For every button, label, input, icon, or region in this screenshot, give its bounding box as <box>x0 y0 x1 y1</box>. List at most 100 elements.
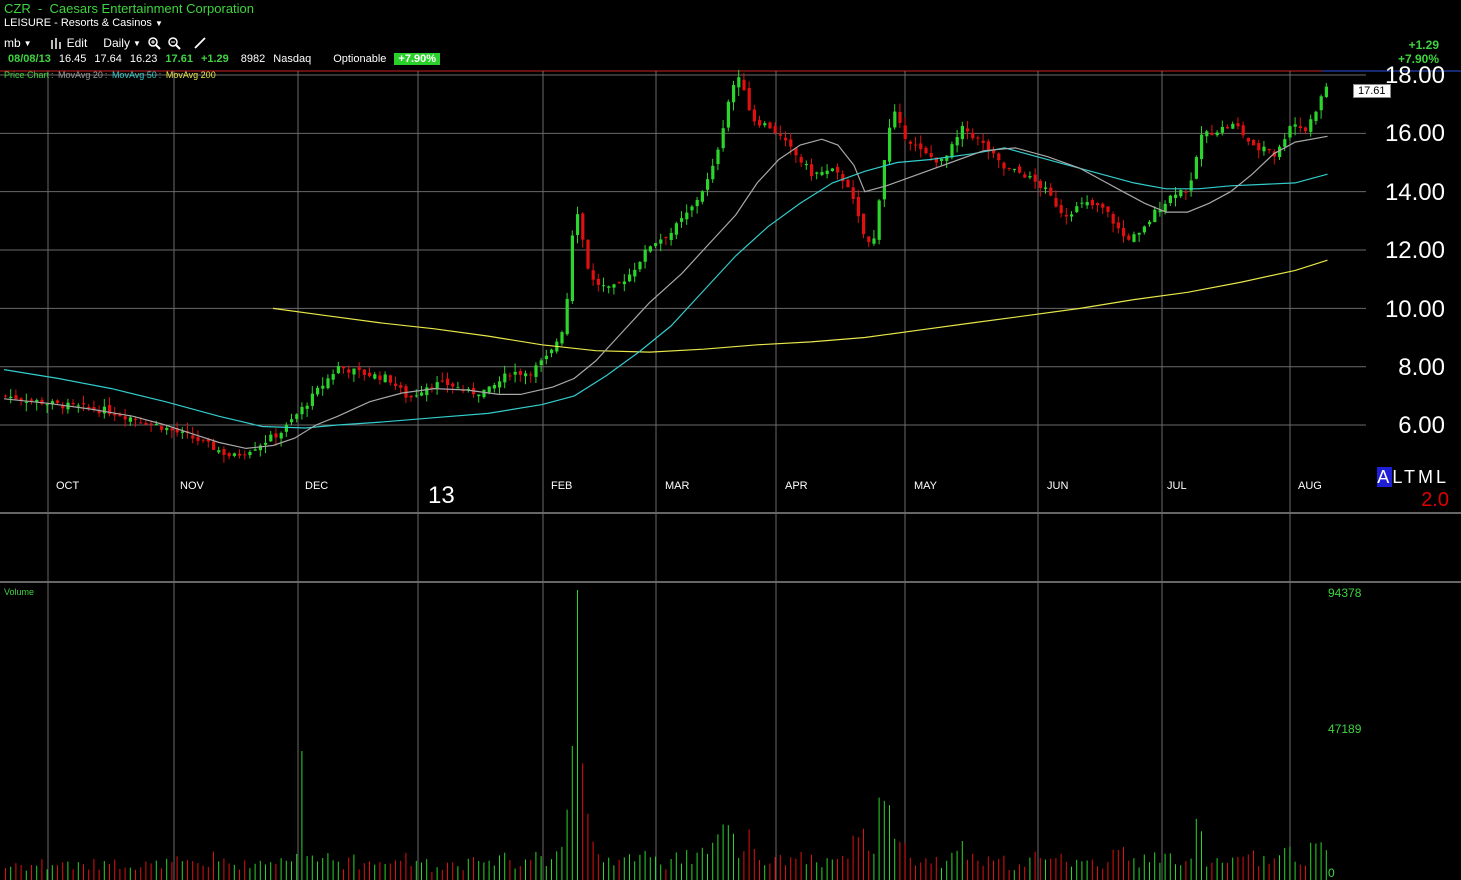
candle-body <box>1023 174 1027 178</box>
candle-body <box>732 84 736 103</box>
candle-body <box>264 442 268 445</box>
candle-body <box>997 153 1001 161</box>
candle-body <box>336 366 340 374</box>
candle-body <box>570 235 574 302</box>
candle-body <box>737 77 741 88</box>
industry-label: LEISURE - Resorts & Casinos <box>4 17 152 29</box>
price-axis-label: 10.00 <box>1384 296 1445 323</box>
candle-body <box>300 406 304 415</box>
candle-body <box>326 378 330 389</box>
candle-body <box>149 423 153 425</box>
bar-chart-icon <box>50 38 61 49</box>
zoom-out-button[interactable] <box>167 36 181 50</box>
candle-body <box>440 380 444 382</box>
candle-body <box>1252 139 1256 146</box>
edit-button[interactable]: Edit <box>50 36 88 50</box>
candle-body <box>929 152 933 158</box>
candle-body <box>170 428 174 431</box>
candle-body <box>914 144 918 146</box>
candle-body <box>529 374 533 376</box>
legend-ma50[interactable]: MovAvg 50 <box>112 70 157 80</box>
candle-body <box>362 369 366 376</box>
candle-body <box>1018 166 1022 173</box>
candle-body <box>1012 168 1016 170</box>
legend-price-chart[interactable]: Price Chart <box>4 70 49 80</box>
price-axis-label: 18.00 <box>1384 62 1445 89</box>
candle-body <box>4 395 8 397</box>
candle-body <box>773 126 777 134</box>
chart-legend: Price Chart: MovAvg 20: MovAvg 50: MovAv… <box>4 70 218 80</box>
user-menu[interactable]: mb ▼ <box>4 36 32 50</box>
quote-low: 16.23 <box>129 53 158 65</box>
candle-body <box>1044 187 1048 189</box>
month-label: AUG <box>1298 480 1322 492</box>
candle-body <box>565 298 569 335</box>
candle-body <box>862 213 866 235</box>
candle-body <box>830 168 834 171</box>
industry-selector[interactable]: LEISURE - Resorts & Casinos ▼ <box>4 17 163 29</box>
volume-axis-label: 47189 <box>1328 722 1362 736</box>
candle-body <box>71 402 75 405</box>
zoom-in-button[interactable] <box>147 36 161 50</box>
legend-sep: : <box>104 70 108 80</box>
candle-body <box>82 403 86 405</box>
candle-body <box>487 386 491 393</box>
candle-body <box>544 355 548 360</box>
candle-body <box>851 187 855 200</box>
candle-body <box>945 155 949 161</box>
candle-body <box>1096 203 1100 206</box>
candle-body <box>898 111 902 123</box>
candle-body <box>784 137 788 141</box>
candle-body <box>534 365 538 377</box>
price-axis-label: 16.00 <box>1384 120 1445 147</box>
candle-body <box>1137 232 1141 235</box>
candle-body <box>971 132 975 139</box>
candle-body <box>711 165 715 180</box>
candle-body <box>846 179 850 188</box>
price-chart[interactable] <box>0 0 1461 880</box>
candle-body <box>1153 209 1157 223</box>
volume-axis-label: 94378 <box>1328 586 1362 600</box>
period-selector[interactable]: Daily ▼ <box>103 36 141 50</box>
candle-body <box>518 371 522 375</box>
candle-body <box>1106 206 1110 212</box>
candle-body <box>1127 235 1131 240</box>
candle-body <box>596 278 600 285</box>
altml-selector[interactable]: ALTML <box>1377 467 1449 487</box>
candle-body <box>648 246 652 252</box>
candle-body <box>716 149 720 165</box>
quote-date: 08/08/13 <box>8 53 51 65</box>
quote-open: 16.45 <box>58 53 87 65</box>
candle-body <box>643 249 647 262</box>
altml-rest[interactable]: LTML <box>1392 467 1449 487</box>
candle-body <box>45 404 49 406</box>
candle-body <box>638 262 642 270</box>
candle-body <box>940 158 944 161</box>
edit-label: Edit <box>66 36 88 50</box>
candle-body <box>550 349 554 354</box>
candle-body <box>856 196 860 217</box>
year-label: 13 <box>428 482 455 509</box>
candle-body <box>1215 132 1219 136</box>
symbol: CZR <box>4 1 31 16</box>
candle-body <box>815 172 819 174</box>
toolbar: mb ▼ Edit Daily ▼ <box>4 35 207 51</box>
candle-body <box>451 383 455 387</box>
candle-body <box>238 453 242 456</box>
candle-body <box>742 79 746 91</box>
draw-tool-button[interactable] <box>193 36 207 50</box>
candle-body <box>24 401 28 403</box>
candle-body <box>981 140 985 143</box>
candle-body <box>269 434 273 442</box>
candle-body <box>222 448 226 455</box>
candle-body <box>1002 162 1006 169</box>
altml-a[interactable]: A <box>1377 467 1393 487</box>
candle-body <box>1122 228 1126 237</box>
legend-ma20[interactable]: MovAvg 20 <box>58 70 103 80</box>
chevron-down-icon: ▼ <box>23 38 32 48</box>
candle-body <box>1298 126 1302 129</box>
legend-ma200[interactable]: MovAvg 200 <box>166 70 216 80</box>
candle-body <box>295 414 299 419</box>
candle-body <box>1101 203 1105 208</box>
candle-body <box>1293 124 1297 127</box>
